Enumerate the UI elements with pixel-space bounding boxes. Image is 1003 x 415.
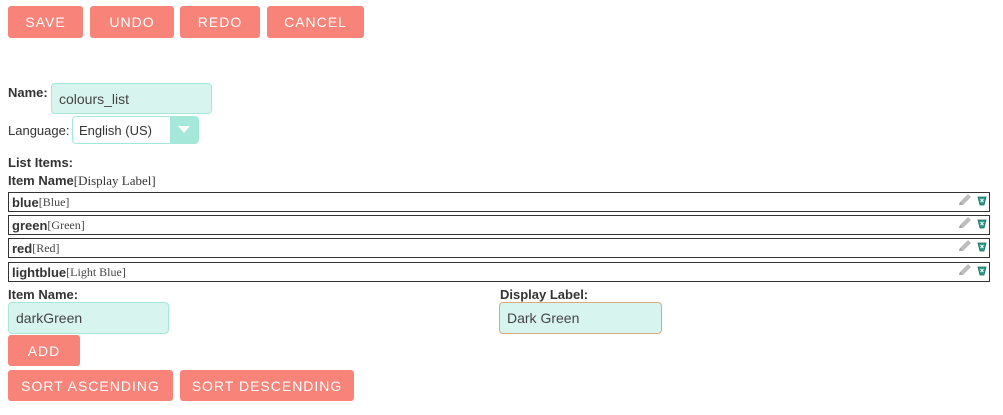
- list-item-name: blue: [12, 194, 39, 210]
- list-item[interactable]: blue [Blue]: [8, 192, 990, 212]
- delete-icon[interactable]: [977, 216, 987, 234]
- list-item-label: [Light Blue]: [66, 264, 126, 279]
- header-display-label: [Display Label]: [73, 173, 156, 188]
- language-value: English (US): [79, 122, 152, 138]
- add-button[interactable]: ADD: [8, 335, 80, 366]
- delete-icon[interactable]: [977, 239, 987, 257]
- list-item-name: lightblue: [12, 264, 67, 280]
- list-item-name: red: [12, 240, 33, 256]
- list-item-label: [Red]: [32, 240, 60, 255]
- display-label-input[interactable]: Dark Green: [499, 302, 662, 334]
- language-label: Language:: [8, 123, 70, 138]
- list-item-label: [Green]: [47, 217, 85, 232]
- delete-icon[interactable]: [977, 193, 987, 211]
- name-value: colours_list: [59, 90, 130, 107]
- delete-icon[interactable]: [977, 263, 987, 281]
- list-item-label: [Blue]: [38, 194, 70, 209]
- undo-button[interactable]: UNDO: [90, 6, 174, 38]
- list-item[interactable]: red [Red]: [8, 238, 990, 258]
- save-button[interactable]: SAVE: [8, 6, 83, 38]
- pencil-icon[interactable]: [957, 239, 973, 258]
- list-items-label: List Items:: [8, 155, 74, 170]
- item-name-value: darkGreen: [16, 310, 83, 326]
- list-item[interactable]: green [Green]: [8, 215, 990, 235]
- list-item[interactable]: lightblue [Light Blue]: [8, 262, 990, 282]
- redo-button[interactable]: REDO: [180, 6, 260, 38]
- chevron-down-icon[interactable]: [170, 117, 198, 143]
- pencil-icon[interactable]: [957, 263, 973, 282]
- list-item-name: green: [12, 217, 48, 233]
- language-select[interactable]: English (US): [72, 116, 199, 144]
- sort-descending-button[interactable]: SORT DESCENDING: [180, 370, 354, 401]
- pencil-icon[interactable]: [957, 216, 973, 235]
- display-label-value: Dark Green: [507, 310, 580, 326]
- name-label: Name:: [8, 85, 48, 100]
- name-input[interactable]: colours_list: [51, 83, 212, 114]
- cancel-button[interactable]: CANCEL: [267, 6, 364, 38]
- item-name-input[interactable]: darkGreen: [8, 302, 169, 334]
- pencil-icon[interactable]: [957, 193, 973, 212]
- sort-ascending-button[interactable]: SORT ASCENDING: [8, 370, 173, 401]
- item-name-label: Item Name:: [8, 287, 79, 302]
- list-header: Item Name[Display Label]: [8, 173, 156, 189]
- header-item-name: Item Name: [8, 173, 74, 188]
- display-label-label: Display Label:: [500, 287, 589, 302]
